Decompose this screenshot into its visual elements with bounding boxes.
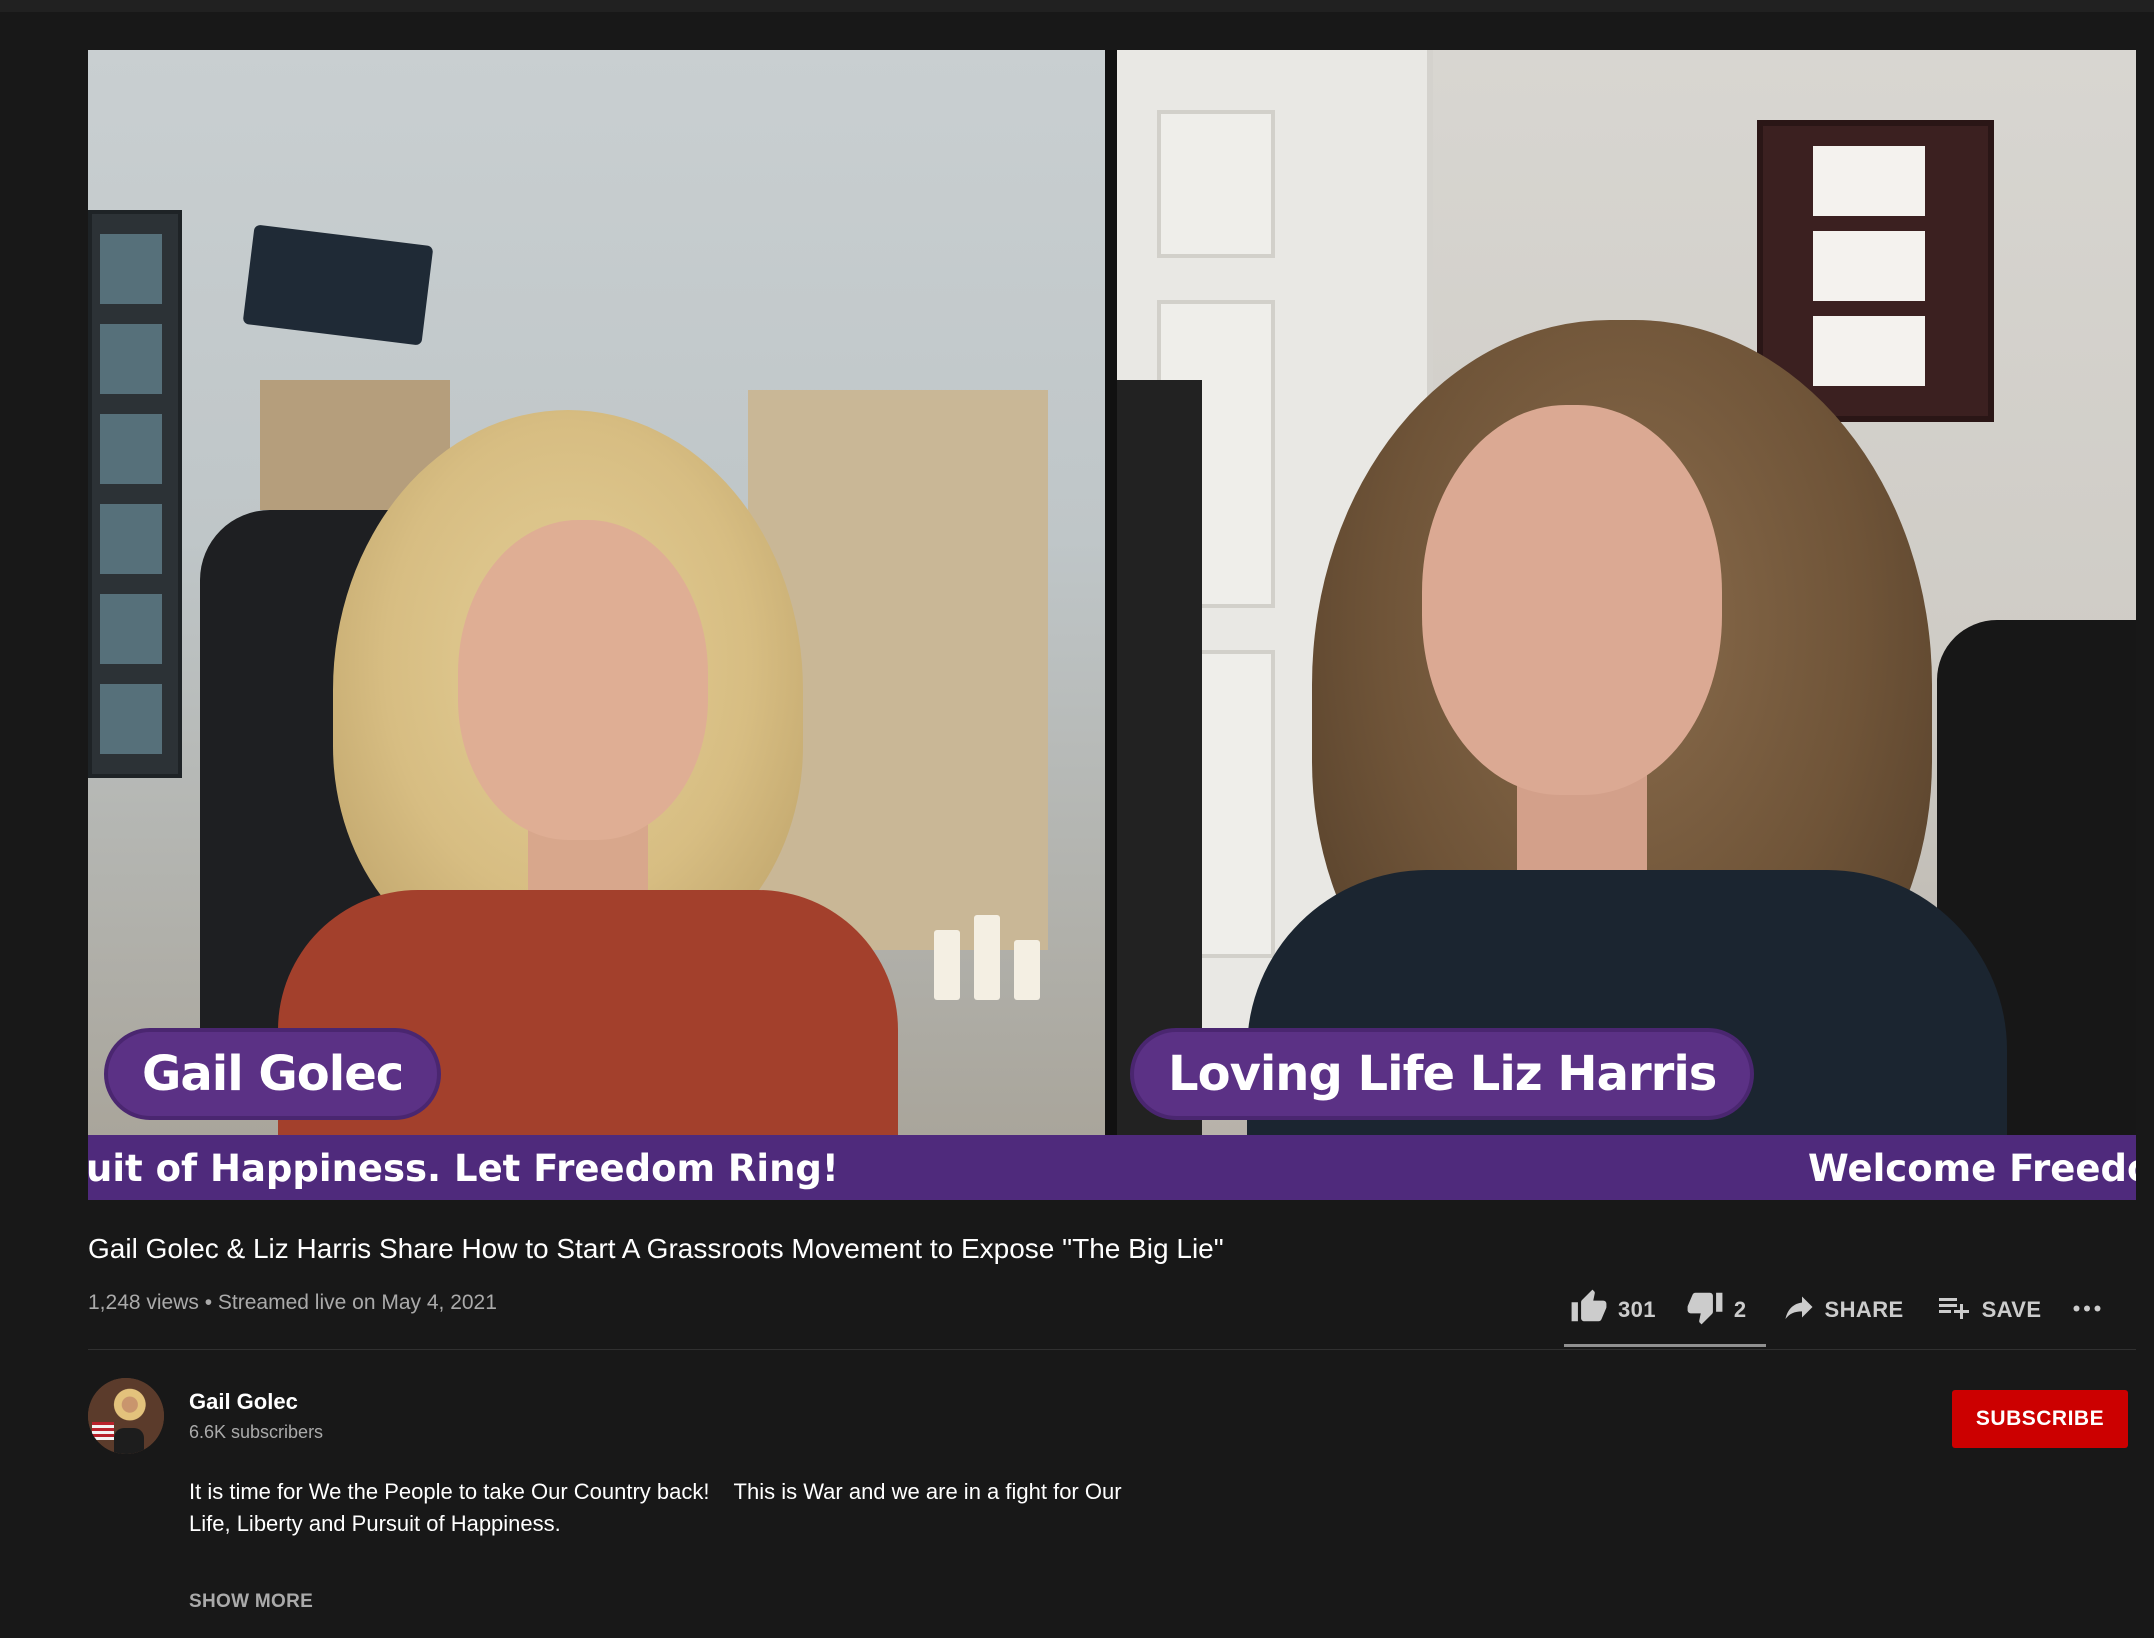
more-icon xyxy=(2069,1289,2105,1331)
share-icon xyxy=(1781,1289,1817,1331)
video-meta: 1,248 views • Streamed live on May 4, 20… xyxy=(88,1291,497,1314)
subscriber-count: 6.6K subscribers xyxy=(189,1422,324,1442)
video-pane-right xyxy=(1117,50,2136,1135)
save-button[interactable]: SAVE xyxy=(1936,1289,2042,1331)
video-player[interactable]: Gail Golec Loving Life Liz Harris uit of… xyxy=(88,50,2136,1200)
ticker-text-right: Welcome Freedo xyxy=(1808,1147,2136,1190)
top-bar xyxy=(0,0,2154,12)
show-more-button[interactable]: SHOW MORE xyxy=(189,1591,313,1613)
person-left-face xyxy=(458,520,708,840)
wall-sign xyxy=(242,224,434,346)
channel-avatar[interactable] xyxy=(88,1378,164,1454)
more-actions-button[interactable] xyxy=(2069,1289,2105,1331)
description-line: Life, Liberty and Pursuit of Happiness. xyxy=(189,1511,561,1536)
like-count: 301 xyxy=(1618,1297,1656,1322)
playlist-add-icon xyxy=(1936,1289,1972,1331)
split-divider xyxy=(1105,50,1117,1135)
like-ratio-bar xyxy=(1564,1344,1766,1347)
subscribe-button[interactable]: SUBSCRIBE xyxy=(1952,1390,2128,1448)
action-bar: 301 2 SHARE SAVE xyxy=(1570,1288,2105,1332)
nameplate-right: Loving Life Liz Harris xyxy=(1130,1028,1755,1120)
video-description: It is time for We the People to take Our… xyxy=(189,1476,1189,1540)
ticker-banner: uit of Happiness. Let Freedom Ring! Welc… xyxy=(88,1135,2136,1200)
share-button[interactable]: SHARE xyxy=(1781,1289,1904,1331)
channel-name[interactable]: Gail Golec xyxy=(189,1389,298,1415)
person-right-face xyxy=(1422,405,1722,795)
candles xyxy=(934,900,1054,1000)
like-button[interactable]: 301 xyxy=(1570,1288,1656,1332)
description-line: It is time for We the People to take Our… xyxy=(189,1479,1122,1504)
shelf xyxy=(1117,380,1202,1135)
ticker-text-left: uit of Happiness. Let Freedom Ring! xyxy=(88,1147,839,1190)
share-label: SHARE xyxy=(1824,1297,1904,1322)
dislike-count: 2 xyxy=(1733,1297,1747,1322)
video-title: Gail Golec & Liz Harris Share How to Sta… xyxy=(88,1233,1224,1264)
video-pane-left xyxy=(88,50,1105,1135)
thumb-up-icon xyxy=(1570,1288,1608,1332)
dislike-button[interactable]: 2 xyxy=(1686,1288,1747,1332)
thumb-down-icon xyxy=(1686,1288,1724,1332)
wall-photo-frame xyxy=(88,210,182,778)
divider-line xyxy=(88,1349,2136,1350)
save-label: SAVE xyxy=(1981,1297,2042,1322)
nameplate-left: Gail Golec xyxy=(104,1028,442,1120)
